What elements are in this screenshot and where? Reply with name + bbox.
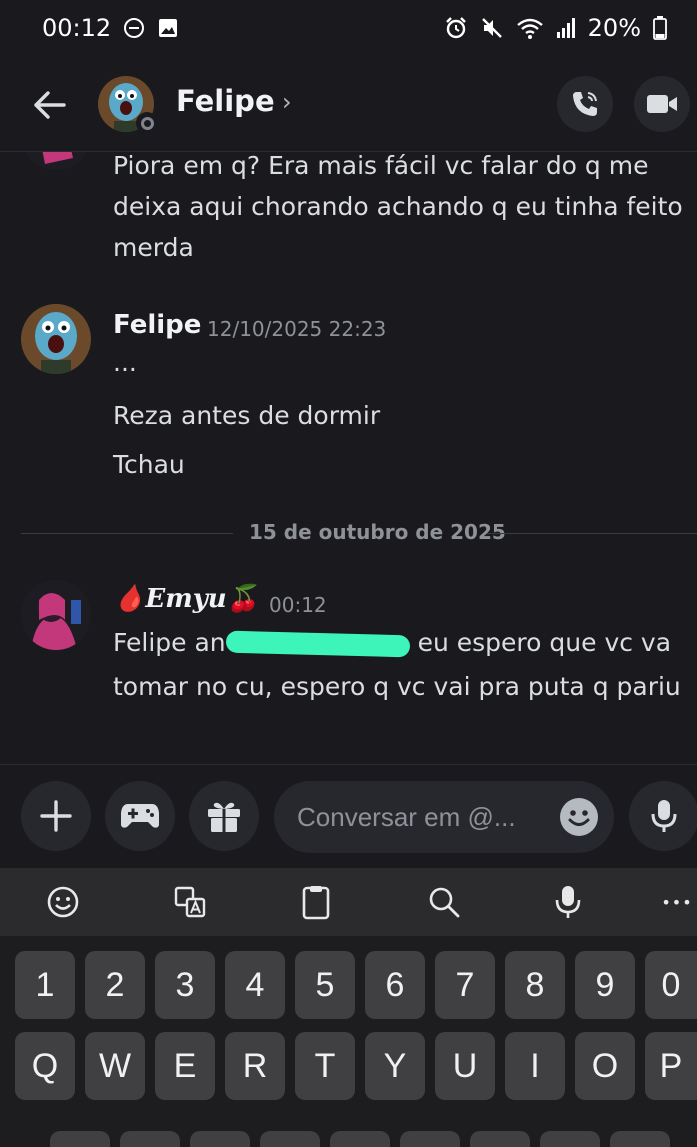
message-text: tomar no cu, espero q vc vai pra puta q … bbox=[113, 672, 681, 701]
avatar[interactable] bbox=[21, 304, 91, 374]
key-w[interactable]: W bbox=[85, 1032, 145, 1100]
key-4[interactable]: 4 bbox=[225, 951, 285, 1019]
key-3[interactable]: 3 bbox=[155, 951, 215, 1019]
key-i[interactable]: I bbox=[505, 1032, 565, 1100]
do-not-disturb-icon bbox=[123, 17, 145, 39]
message-input-pill[interactable] bbox=[274, 781, 614, 853]
attach-button[interactable] bbox=[21, 781, 91, 851]
message-timestamp: 00:12 bbox=[269, 593, 327, 617]
message-text: Felipe an eu espero que vc va bbox=[113, 628, 672, 658]
key-5[interactable]: 5 bbox=[295, 951, 355, 1019]
message-text: Reza antes de dormir bbox=[113, 401, 381, 430]
emoji-icon bbox=[568, 810, 590, 826]
key-2[interactable]: 2 bbox=[85, 951, 145, 1019]
voice-message-button[interactable] bbox=[629, 781, 697, 851]
alarm-icon bbox=[444, 16, 468, 40]
mute-icon bbox=[480, 16, 504, 40]
keyboard: 1 2 3 4 5 6 7 8 9 0 Q W E R T Y U I O P bbox=[0, 936, 697, 1147]
key-8[interactable]: 8 bbox=[505, 951, 565, 1019]
clipboard-icon[interactable] bbox=[296, 882, 336, 922]
key-0[interactable]: 0 bbox=[645, 951, 697, 1019]
key-r[interactable]: R bbox=[225, 1032, 285, 1100]
message-composer bbox=[0, 764, 697, 868]
search-icon[interactable] bbox=[424, 882, 464, 922]
back-button[interactable] bbox=[26, 82, 72, 128]
video-icon bbox=[647, 95, 677, 113]
key-u[interactable]: U bbox=[435, 1032, 495, 1100]
message-timestamp: 12/10/2025 22:23 bbox=[207, 317, 387, 341]
more-icon[interactable]: ••• bbox=[657, 882, 697, 922]
key[interactable] bbox=[190, 1131, 250, 1147]
key-q[interactable]: Q bbox=[15, 1032, 75, 1100]
key[interactable] bbox=[610, 1131, 670, 1147]
battery-icon bbox=[653, 16, 667, 40]
chevron-right-icon[interactable]: › bbox=[282, 88, 292, 116]
key[interactable] bbox=[470, 1131, 530, 1147]
key[interactable] bbox=[260, 1131, 320, 1147]
key-1[interactable]: 1 bbox=[15, 951, 75, 1019]
plus-icon bbox=[40, 800, 72, 832]
gift-icon bbox=[208, 802, 240, 832]
message-author[interactable]: 🩸Emyu🍒 bbox=[113, 584, 259, 614]
key[interactable] bbox=[330, 1131, 390, 1147]
clock: 00:12 bbox=[42, 14, 112, 42]
gamepad-icon bbox=[121, 804, 159, 828]
keyboard-toolbar: ••• bbox=[0, 868, 697, 936]
key[interactable] bbox=[50, 1131, 110, 1147]
contact-name[interactable]: Felipe bbox=[176, 84, 275, 118]
voice-call-button[interactable] bbox=[557, 76, 613, 132]
key-t[interactable]: T bbox=[295, 1032, 355, 1100]
key-6[interactable]: 6 bbox=[365, 951, 425, 1019]
avatar[interactable] bbox=[21, 152, 91, 170]
message-list[interactable]: Piora em q? Era mais fácil vc falar do q… bbox=[0, 152, 697, 764]
key-e[interactable]: E bbox=[155, 1032, 215, 1100]
translate-icon[interactable] bbox=[170, 882, 210, 922]
key[interactable] bbox=[400, 1131, 460, 1147]
key-7[interactable]: 7 bbox=[435, 951, 495, 1019]
message-author[interactable]: Felipe bbox=[113, 310, 201, 340]
key-y[interactable]: Y bbox=[365, 1032, 425, 1100]
key[interactable] bbox=[120, 1131, 180, 1147]
chat-header: Felipe › bbox=[0, 56, 697, 152]
battery-level: 20% bbox=[587, 14, 641, 42]
message-text: ... bbox=[113, 348, 137, 377]
avatar[interactable] bbox=[21, 580, 91, 650]
status-bar: 00:12 20% bbox=[0, 0, 697, 56]
offline-status-icon bbox=[136, 112, 158, 134]
wifi-icon bbox=[516, 16, 544, 40]
phone-icon bbox=[573, 92, 597, 116]
activities-button[interactable] bbox=[105, 781, 175, 851]
date-divider: 15 de outubro de 2025 bbox=[21, 520, 697, 544]
back-arrow-icon bbox=[34, 91, 66, 119]
signal-icon bbox=[556, 17, 576, 39]
message-input[interactable] bbox=[297, 801, 547, 833]
key[interactable] bbox=[540, 1131, 600, 1147]
emoji-button[interactable] bbox=[560, 798, 598, 836]
microphone-icon bbox=[651, 800, 677, 832]
key-9[interactable]: 9 bbox=[575, 951, 635, 1019]
video-call-button[interactable] bbox=[634, 76, 690, 132]
message-text: Tchau bbox=[113, 450, 185, 479]
key-o[interactable]: O bbox=[575, 1032, 635, 1100]
emoji-icon[interactable] bbox=[43, 882, 83, 922]
microphone-icon[interactable] bbox=[548, 882, 588, 922]
contact-avatar[interactable] bbox=[98, 76, 158, 134]
message-text: Piora em q? Era mais fácil vc falar do q… bbox=[113, 152, 683, 262]
image-icon bbox=[157, 17, 179, 39]
redaction-scribble bbox=[225, 630, 410, 658]
gift-button[interactable] bbox=[189, 781, 259, 851]
key-p[interactable]: P bbox=[645, 1032, 697, 1100]
